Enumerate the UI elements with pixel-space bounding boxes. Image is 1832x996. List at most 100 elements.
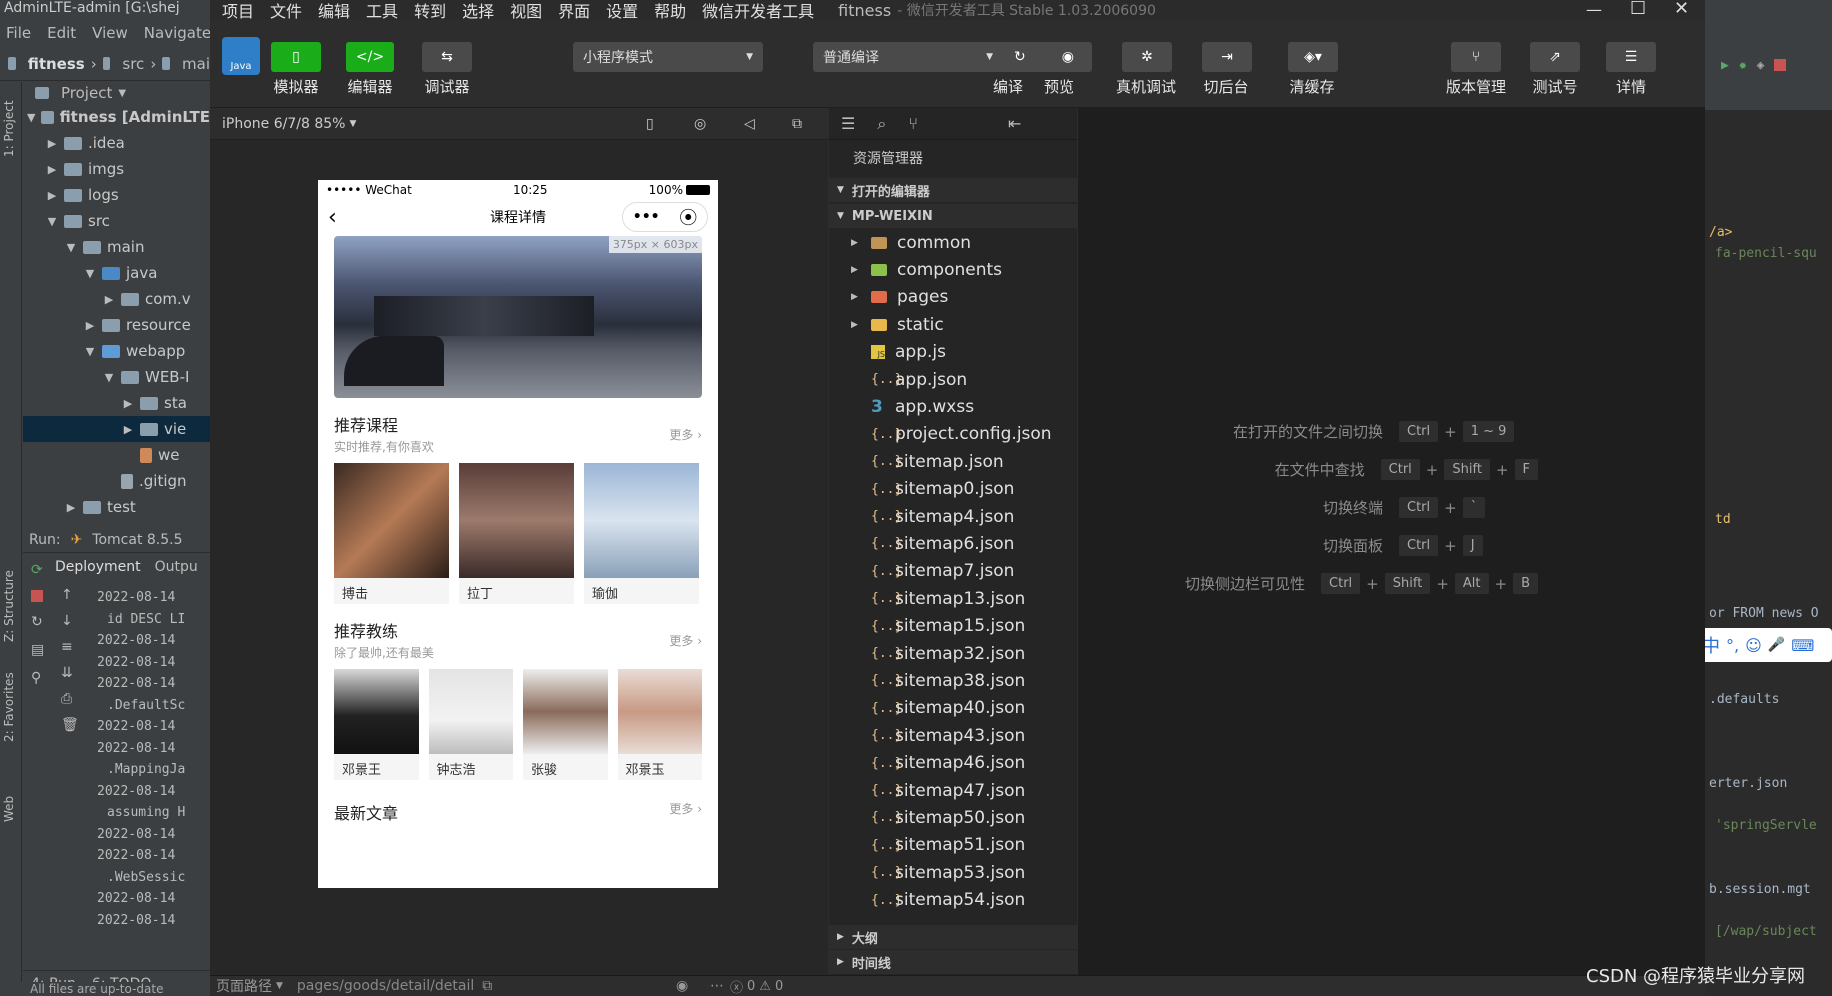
tree-node[interactable]: ▼ java xyxy=(23,260,210,286)
explorer-file[interactable]: {..} sitemap13.json xyxy=(829,585,1077,612)
chevron-down-icon[interactable]: ▼ xyxy=(84,345,96,358)
explorer-file[interactable]: {..} sitemap.json xyxy=(829,448,1077,475)
ij-menu-edit[interactable]: Edit xyxy=(47,24,76,42)
ime-mic-icon[interactable]: 🎤 xyxy=(1768,637,1785,653)
ij-menu-view[interactable]: View xyxy=(92,24,128,42)
coverage-icon[interactable]: ◈ xyxy=(1757,58,1765,73)
version-button[interactable]: ⑂ xyxy=(1451,42,1501,72)
debugger-toggle[interactable]: ⇆ xyxy=(422,42,472,72)
coach-card[interactable]: 邓景王 xyxy=(334,669,419,780)
tree-node[interactable]: ▼ fitness [AdminLTE xyxy=(23,104,210,130)
eye-icon[interactable]: ◉ xyxy=(676,978,688,994)
wx-menu-item[interactable]: 帮助 xyxy=(654,0,686,22)
tree-node[interactable]: ▼ webapp xyxy=(23,338,210,364)
run-icon[interactable]: ▶ xyxy=(1721,58,1729,73)
tree-node[interactable]: .gitign xyxy=(23,468,210,494)
chevron-right-icon[interactable]: ▶ xyxy=(46,137,58,150)
chevron-right-icon[interactable]: ▶ xyxy=(103,293,115,306)
explorer-folder[interactable]: ▶ static xyxy=(829,311,1077,338)
explorer-file[interactable]: {..} sitemap7.json xyxy=(829,558,1077,585)
refresh-icon[interactable]: ↻ xyxy=(1014,49,1026,65)
explorer-file[interactable]: {..} sitemap32.json xyxy=(829,640,1077,667)
explorer-file[interactable]: JS app.js xyxy=(829,339,1077,366)
layout-icon[interactable]: ▤ xyxy=(31,642,45,658)
close-circle-icon[interactable]: ⦿ xyxy=(679,204,697,230)
preview-button[interactable]: 预览 xyxy=(1039,76,1079,97)
coach-card[interactable]: 张骏 xyxy=(523,669,608,780)
more-link[interactable]: 更多 › xyxy=(669,800,702,817)
ij-menu-file[interactable]: File xyxy=(6,24,31,42)
phone-icon[interactable]: ▯ xyxy=(646,116,654,132)
compile-button[interactable]: 编译 xyxy=(988,76,1028,97)
ime-keyboard-icon[interactable]: ⌨ xyxy=(1791,636,1814,655)
pin-icon[interactable]: ⚲ xyxy=(31,670,45,686)
chevron-right-icon[interactable]: ▶ xyxy=(84,319,96,332)
open-editors-header[interactable]: ▼ 打开的编辑器 xyxy=(829,178,1077,202)
list-icon[interactable]: ☰ xyxy=(841,114,855,133)
explorer-file[interactable]: 3 app.wxss xyxy=(829,393,1077,420)
test-id-button[interactable]: ⇗ xyxy=(1530,42,1580,72)
page-path-label[interactable]: 页面路径 xyxy=(216,976,272,996)
device-select[interactable]: iPhone 6/7/8 85% xyxy=(222,116,345,132)
rerun-icon[interactable]: ⟳ xyxy=(31,562,45,578)
collapse-panel-icon[interactable]: ⇤ xyxy=(1008,114,1021,133)
wx-menu-item[interactable]: 转到 xyxy=(414,0,446,22)
wx-menu-item[interactable]: 项目 xyxy=(222,0,254,22)
tree-node[interactable]: ▶ sta xyxy=(23,390,210,416)
more-icon[interactable]: ⋯ xyxy=(710,978,724,994)
search-icon[interactable]: ⌕ xyxy=(877,114,886,134)
explorer-file[interactable]: {..} sitemap46.json xyxy=(829,749,1077,776)
warning-count[interactable]: 0 xyxy=(775,979,783,994)
tool-tab-structure[interactable]: Z: Structure xyxy=(2,570,16,642)
explorer-file[interactable]: {..} sitemap53.json xyxy=(829,859,1077,886)
more-link[interactable]: 更多 › xyxy=(669,632,702,649)
error-count[interactable]: 0 xyxy=(747,979,755,994)
copy-icon[interactable]: ⧉ xyxy=(482,978,492,994)
explorer-file[interactable]: {..} sitemap0.json xyxy=(829,476,1077,503)
chevron-right-icon[interactable]: ▶ xyxy=(122,423,134,436)
background-button[interactable]: ⇥ xyxy=(1202,42,1252,72)
tree-node[interactable]: ▶ logs xyxy=(23,182,210,208)
tab-deployment[interactable]: Deployment xyxy=(55,559,141,575)
explorer-file[interactable]: {..} sitemap4.json xyxy=(829,503,1077,530)
wx-menu-item[interactable]: 工具 xyxy=(366,0,398,22)
ij-menu-navigate[interactable]: Navigate xyxy=(144,24,211,42)
chevron-right-icon[interactable]: ▶ xyxy=(122,397,134,410)
stop-icon[interactable] xyxy=(31,590,43,602)
mode-select[interactable]: 小程序模式 ▼ xyxy=(573,42,763,72)
project-panel-header[interactable]: Project ▼ xyxy=(23,82,210,104)
editor-toggle[interactable]: </> xyxy=(346,42,394,72)
tree-node[interactable]: ▼ WEB-I xyxy=(23,364,210,390)
explorer-file[interactable]: {..} sitemap47.json xyxy=(829,777,1077,804)
run-config[interactable]: Tomcat 8.5.5 xyxy=(92,532,182,548)
wx-menu-item[interactable]: 设置 xyxy=(606,0,638,22)
outline-header[interactable]: ▶ 大纲 xyxy=(829,925,1077,949)
tree-node[interactable]: we xyxy=(23,442,210,468)
more-icon[interactable]: ••• xyxy=(633,209,660,225)
back-icon[interactable]: ‹ xyxy=(328,205,337,230)
explorer-file[interactable]: {..} sitemap15.json xyxy=(829,612,1077,639)
simulator-toggle[interactable]: ▯ xyxy=(271,42,321,72)
tree-node[interactable]: ▼ src xyxy=(23,208,210,234)
chevron-down-icon[interactable]: ▼ xyxy=(46,215,58,228)
trash-icon[interactable]: 🗑 xyxy=(61,717,79,733)
explorer-file[interactable]: {..} sitemap54.json xyxy=(829,886,1077,913)
banner-image[interactable]: 375px × 603px xyxy=(334,236,702,398)
record-icon[interactable]: ◎ xyxy=(694,116,706,132)
explorer-file[interactable]: {..} sitemap38.json xyxy=(829,667,1077,694)
ime-punct-toggle[interactable]: °, xyxy=(1726,636,1739,655)
wx-menu-item[interactable]: 文件 xyxy=(270,0,302,22)
coach-card[interactable]: 邓景玉 xyxy=(617,669,702,780)
close-button[interactable]: ✕ xyxy=(1674,0,1689,19)
up-arrow-icon[interactable]: ↑ xyxy=(61,587,77,603)
chevron-right-icon[interactable]: ▶ xyxy=(46,163,58,176)
wx-menu-item[interactable]: 选择 xyxy=(462,0,494,22)
wx-menu-item[interactable]: 界面 xyxy=(558,0,590,22)
explorer-folder[interactable]: ▶ pages xyxy=(829,284,1077,311)
chevron-down-icon[interactable]: ▼ xyxy=(65,241,77,254)
explorer-folder[interactable]: ▶ common xyxy=(829,229,1077,256)
explorer-file[interactable]: {..} sitemap6.json xyxy=(829,530,1077,557)
debug-icon[interactable]: ✹ xyxy=(1739,58,1747,73)
wx-menu-item[interactable]: 编辑 xyxy=(318,0,350,22)
minimize-button[interactable]: — xyxy=(1586,0,1602,19)
